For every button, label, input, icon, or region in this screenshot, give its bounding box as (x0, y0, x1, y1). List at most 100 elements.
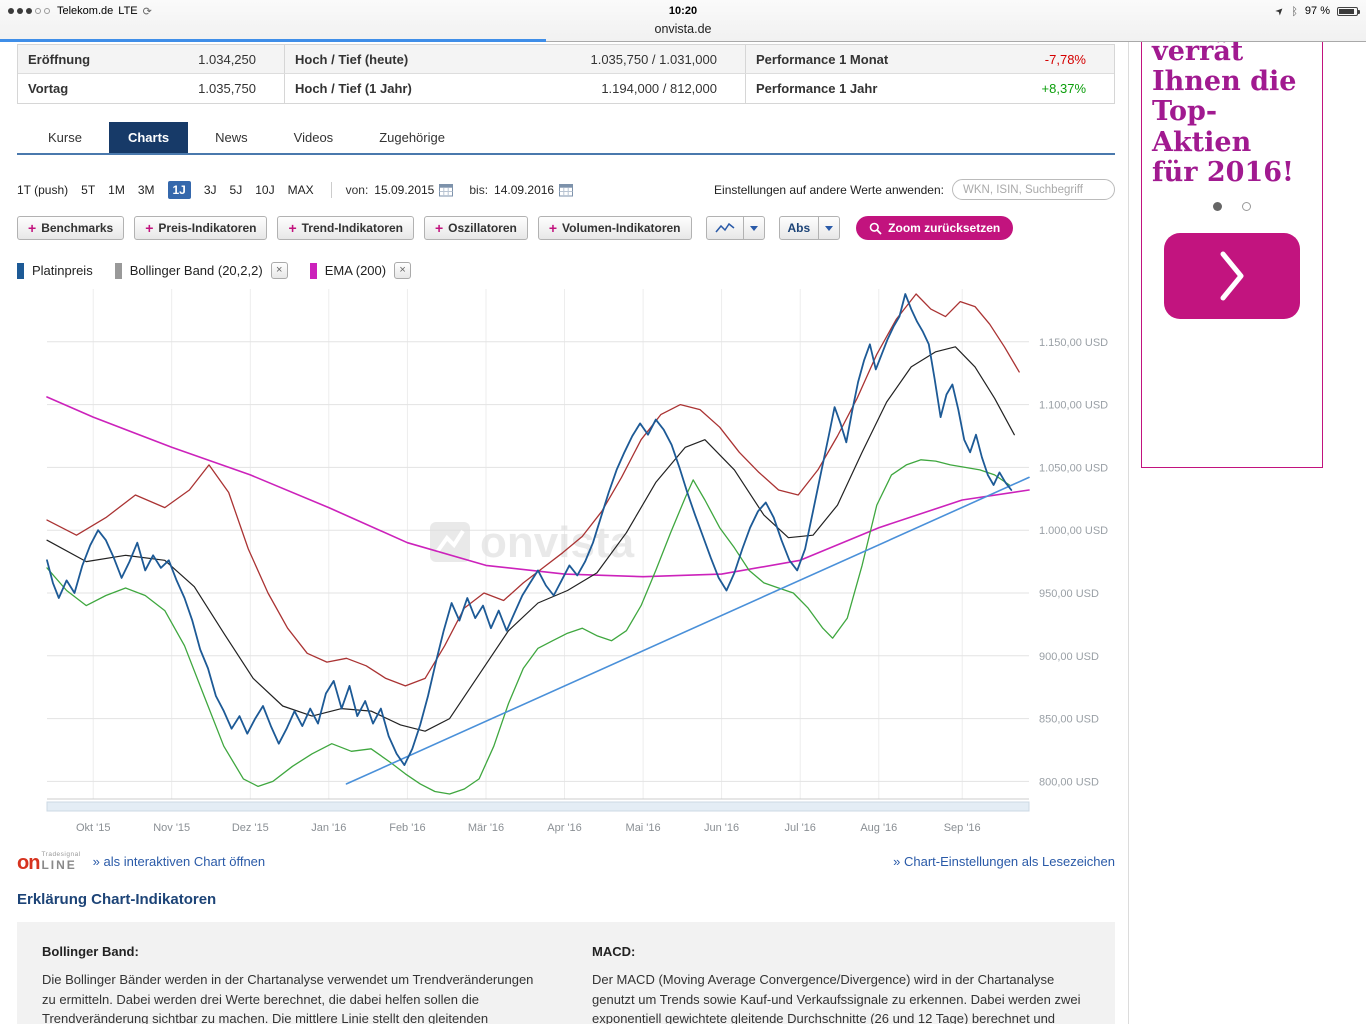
range-1t-push[interactable]: 1T (push) (17, 183, 68, 197)
open-interactive-chart-link[interactable]: » als interaktiven Chart öffnen (93, 854, 265, 869)
bis-date-field[interactable]: 14.09.2016 (494, 183, 554, 197)
svg-text:Jul '16: Jul '16 (784, 822, 815, 834)
plus-icon: + (435, 221, 443, 235)
ipad-screen: Telekom.de LTE ⟳ 10:20 ➤ ᛒ 97 % onvista.… (0, 0, 1366, 1024)
tab-news[interactable]: News (196, 122, 267, 153)
url-label[interactable]: onvista.de (655, 22, 712, 36)
range-5t[interactable]: 5T (81, 183, 95, 197)
bis-calendar-button[interactable] (559, 183, 573, 197)
performance-1y-label: Performance 1 Jahr (746, 81, 877, 96)
high-low-today-label: Hoch / Tief (heute) (285, 52, 408, 67)
range-3m[interactable]: 3M (138, 183, 155, 197)
svg-text:950,00 USD: 950,00 USD (1039, 588, 1099, 600)
ad-next-button[interactable] (1164, 233, 1300, 319)
indicator-explanation-box: Bollinger Band: Die Bollinger Bänder wer… (17, 922, 1115, 1024)
range-max[interactable]: MAX (288, 183, 314, 197)
search-input[interactable] (952, 179, 1115, 200)
chart-type-arrow-button[interactable] (743, 216, 765, 240)
prev-close-label: Vortag (18, 81, 68, 96)
bollinger-title: Bollinger Band: (42, 942, 540, 962)
range-1m[interactable]: 1M (108, 183, 125, 197)
zoom-reset-button[interactable]: Zoom zurücksetzen (856, 216, 1013, 240)
legend-item-ema: EMA (200) × (310, 262, 411, 279)
scale-abs-button[interactable]: Abs (779, 216, 820, 240)
zoom-icon (869, 222, 882, 235)
macd-text: Der MACD (Moving Average Convergence/Div… (592, 970, 1090, 1024)
high-low-1y-label: Hoch / Tief (1 Jahr) (285, 81, 412, 96)
price-chart-svg[interactable]: 800,00 USD850,00 USD900,00 USD950,00 USD… (17, 289, 1115, 841)
chart-legend: Platinpreis Bollinger Band (20,2,2) × EM… (17, 262, 1115, 279)
ad-text-line: Top-Aktien (1152, 97, 1312, 157)
svg-text:Mär '16: Mär '16 (468, 822, 504, 834)
svg-text:1.100,00 USD: 1.100,00 USD (1039, 400, 1108, 412)
main-content: Eröffnung 1.034,250 Hoch / Tief (heute) … (0, 42, 1128, 1024)
oszillatoren-button[interactable]: + Oszillatoren (424, 216, 528, 240)
range-1j[interactable]: 1J (168, 181, 191, 199)
range-5j[interactable]: 5J (230, 183, 243, 197)
series-color-swatch (310, 263, 317, 279)
chevron-down-icon (750, 226, 758, 231)
bluetooth-icon: ᛒ (1291, 5, 1298, 18)
carousel-dots (1152, 202, 1312, 211)
network-type-label: LTE (118, 5, 137, 17)
preis-indikatoren-button[interactable]: + Preis-Indikatoren (134, 216, 267, 240)
tab-bar: Kurse Charts News Videos Zugehörige (17, 122, 1115, 153)
ad-banner[interactable]: verrät Ihnen die Top-Aktien für 2016! (1141, 42, 1323, 468)
tab-videos[interactable]: Videos (275, 122, 353, 153)
tradesignal-online-logo: on Tradesignal LINE (17, 852, 81, 871)
svg-text:Feb '16: Feb '16 (389, 822, 425, 834)
volumen-indikatoren-button[interactable]: + Volumen-Indikatoren (538, 216, 692, 240)
remove-ema-button[interactable]: × (394, 262, 411, 279)
battery-icon (1337, 7, 1358, 16)
svg-text:onvista: onvista (480, 518, 635, 567)
svg-text:1.150,00 USD: 1.150,00 USD (1039, 337, 1108, 349)
abs-label: Abs (788, 221, 811, 235)
scale-arrow-button[interactable] (818, 216, 840, 240)
plus-icon: + (28, 221, 36, 235)
calendar-icon (559, 183, 573, 197)
carousel-dot-active[interactable] (1213, 202, 1222, 211)
von-date-field[interactable]: 15.09.2015 (374, 183, 434, 197)
trend-indikatoren-button[interactable]: + Trend-Indikatoren (277, 216, 414, 240)
bis-label: bis: (469, 183, 488, 197)
scale-dropdown: Abs (779, 216, 841, 240)
page-section-heading: Erklärung Chart-Indikatoren (17, 891, 1115, 908)
tab-kurse[interactable]: Kurse (29, 122, 101, 153)
range-3j[interactable]: 3J (204, 183, 217, 197)
svg-text:Dez '15: Dez '15 (232, 822, 269, 834)
svg-text:Jun '16: Jun '16 (704, 822, 739, 834)
remove-bollinger-button[interactable]: × (271, 262, 288, 279)
performance-1m-label: Performance 1 Monat (746, 52, 888, 67)
series-color-swatch (17, 263, 24, 279)
prev-close-value: 1.035,750 (198, 81, 284, 96)
benchmarks-button[interactable]: + Benchmarks (17, 216, 124, 240)
explanation-column-bollinger: Bollinger Band: Die Bollinger Bänder wer… (42, 942, 540, 1024)
legend-item-platinpreis: Platinpreis (17, 263, 93, 279)
carousel-dot[interactable] (1242, 202, 1251, 211)
location-icon: ➤ (1273, 4, 1287, 18)
svg-text:800,00 USD: 800,00 USD (1039, 776, 1099, 788)
legend-label: Platinpreis (32, 263, 93, 278)
svg-text:Nov '15: Nov '15 (153, 822, 190, 834)
macd-title: MACD: (592, 942, 1090, 962)
performance-1m-value: -7,78% (1045, 52, 1114, 67)
chart-type-button[interactable] (706, 216, 744, 240)
address-bar[interactable]: onvista.de (0, 20, 1366, 40)
quote-table: Eröffnung 1.034,250 Hoch / Tief (heute) … (17, 44, 1115, 104)
range-10j[interactable]: 10J (255, 183, 274, 197)
calendar-icon (439, 183, 453, 197)
tab-charts[interactable]: Charts (109, 122, 188, 153)
chart-range-bar: 1T (push) 5T 1M 3M 1J 3J 5J 10J MAX von:… (17, 179, 1115, 200)
price-chart[interactable]: 800,00 USD850,00 USD900,00 USD950,00 USD… (17, 289, 1115, 846)
chart-settings-bookmark-link[interactable]: » Chart-Einstellungen als Lesezeichen (893, 854, 1115, 869)
svg-text:Mai '16: Mai '16 (626, 822, 661, 834)
svg-text:Aug '16: Aug '16 (860, 822, 897, 834)
von-calendar-button[interactable] (439, 183, 453, 197)
indicator-toolbar: + Benchmarks + Preis-Indikatoren + Trend… (17, 216, 1115, 240)
tab-zugehoerige[interactable]: Zugehörige (360, 122, 464, 153)
svg-text:Okt '15: Okt '15 (76, 822, 111, 834)
chart-type-dropdown (706, 216, 765, 240)
table-row: Eröffnung 1.034,250 Hoch / Tief (heute) … (18, 45, 1114, 74)
chevron-right-icon (1216, 247, 1248, 305)
clock-label: 10:20 (0, 5, 1366, 17)
